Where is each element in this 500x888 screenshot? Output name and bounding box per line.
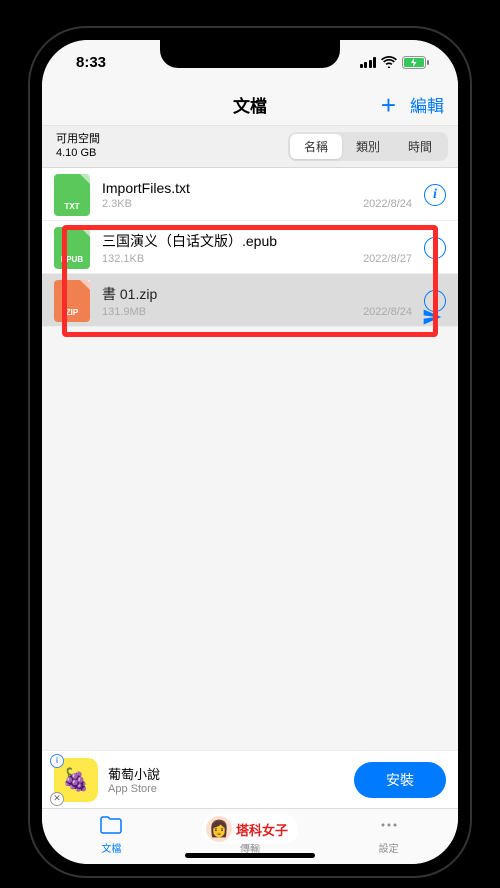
ad-install-button[interactable]: 安裝 — [354, 762, 446, 798]
watermark: 👩 塔科女子 — [202, 814, 298, 844]
ad-title: 葡萄小說 — [108, 764, 344, 783]
file-name: 三国演义（白话文版）.epub — [102, 231, 412, 251]
page-title: 文檔 — [233, 92, 267, 117]
file-name: ImportFiles.txt — [102, 180, 412, 196]
tab-settings[interactable]: 設定 — [377, 815, 401, 855]
tab-label: 文檔 — [101, 840, 121, 855]
nav-bar: 文檔 + 編輯 — [42, 84, 458, 126]
notch — [160, 40, 340, 68]
tab-label: 設定 — [379, 840, 399, 855]
space-label: 可用空間 — [56, 133, 100, 147]
file-row[interactable]: ZIP 書 01.zip 131.9MB 2022/8/24 i — [42, 274, 458, 327]
sort-segmented: 名稱 類別 時間 — [288, 132, 448, 161]
wifi-icon — [381, 56, 397, 68]
tab-documents[interactable]: 文檔 — [99, 815, 123, 855]
ad-info-icon[interactable]: i — [50, 754, 64, 768]
signal-icon — [360, 57, 377, 68]
info-button[interactable]: i — [424, 184, 446, 206]
sort-by-name[interactable]: 名稱 — [290, 134, 342, 159]
file-size: 131.9MB — [102, 306, 146, 318]
more-icon — [377, 815, 401, 838]
file-icon-zip: ZIP — [54, 280, 90, 322]
ad-close-icon[interactable]: ✕ — [50, 792, 64, 806]
file-date: 2022/8/24 — [363, 198, 412, 210]
add-button[interactable]: + — [381, 92, 396, 118]
edit-button[interactable]: 編輯 — [410, 92, 444, 117]
file-icon-epub: EPUB — [54, 227, 90, 269]
space-value: 4.10 GB — [56, 147, 100, 161]
home-indicator[interactable] — [185, 853, 315, 858]
file-icon-txt: TXT — [54, 174, 90, 216]
phone-frame: 8:33 文檔 + 編輯 可用空間 4.10 GB — [30, 28, 470, 876]
status-indicators — [360, 56, 431, 69]
toolbar: 可用空間 4.10 GB 名稱 類別 時間 — [42, 126, 458, 168]
info-button[interactable]: i — [424, 237, 446, 259]
phone-screen: 8:33 文檔 + 編輯 可用空間 4.10 GB — [42, 40, 458, 864]
file-date: 2022/8/27 — [363, 253, 412, 265]
file-date: 2022/8/24 — [363, 306, 412, 318]
file-size: 132.1KB — [102, 253, 144, 265]
file-row[interactable]: TXT ImportFiles.txt 2.3KB 2022/8/24 i — [42, 168, 458, 221]
folder-icon — [99, 815, 123, 838]
sort-by-time[interactable]: 時間 — [394, 134, 446, 159]
file-size: 2.3KB — [102, 198, 132, 210]
ad-subtitle: App Store — [108, 783, 344, 795]
status-time: 8:33 — [76, 54, 106, 71]
battery-icon — [402, 56, 430, 69]
ad-banner[interactable]: i ✕ 🍇 葡萄小說 App Store 安裝 — [42, 750, 458, 808]
watermark-avatar: 👩 — [206, 816, 232, 842]
file-row[interactable]: EPUB 三国演义（白话文版）.epub 132.1KB 2022/8/27 i — [42, 221, 458, 274]
watermark-text: 塔科女子 — [236, 820, 288, 839]
file-name: 書 01.zip — [102, 284, 412, 304]
sort-by-type[interactable]: 類別 — [342, 134, 394, 159]
send-icon[interactable] — [422, 307, 442, 332]
free-space-label: 可用空間 4.10 GB — [56, 133, 100, 161]
ad-app-icon: i ✕ 🍇 — [54, 758, 98, 802]
file-list: TXT ImportFiles.txt 2.3KB 2022/8/24 i EP… — [42, 168, 458, 750]
